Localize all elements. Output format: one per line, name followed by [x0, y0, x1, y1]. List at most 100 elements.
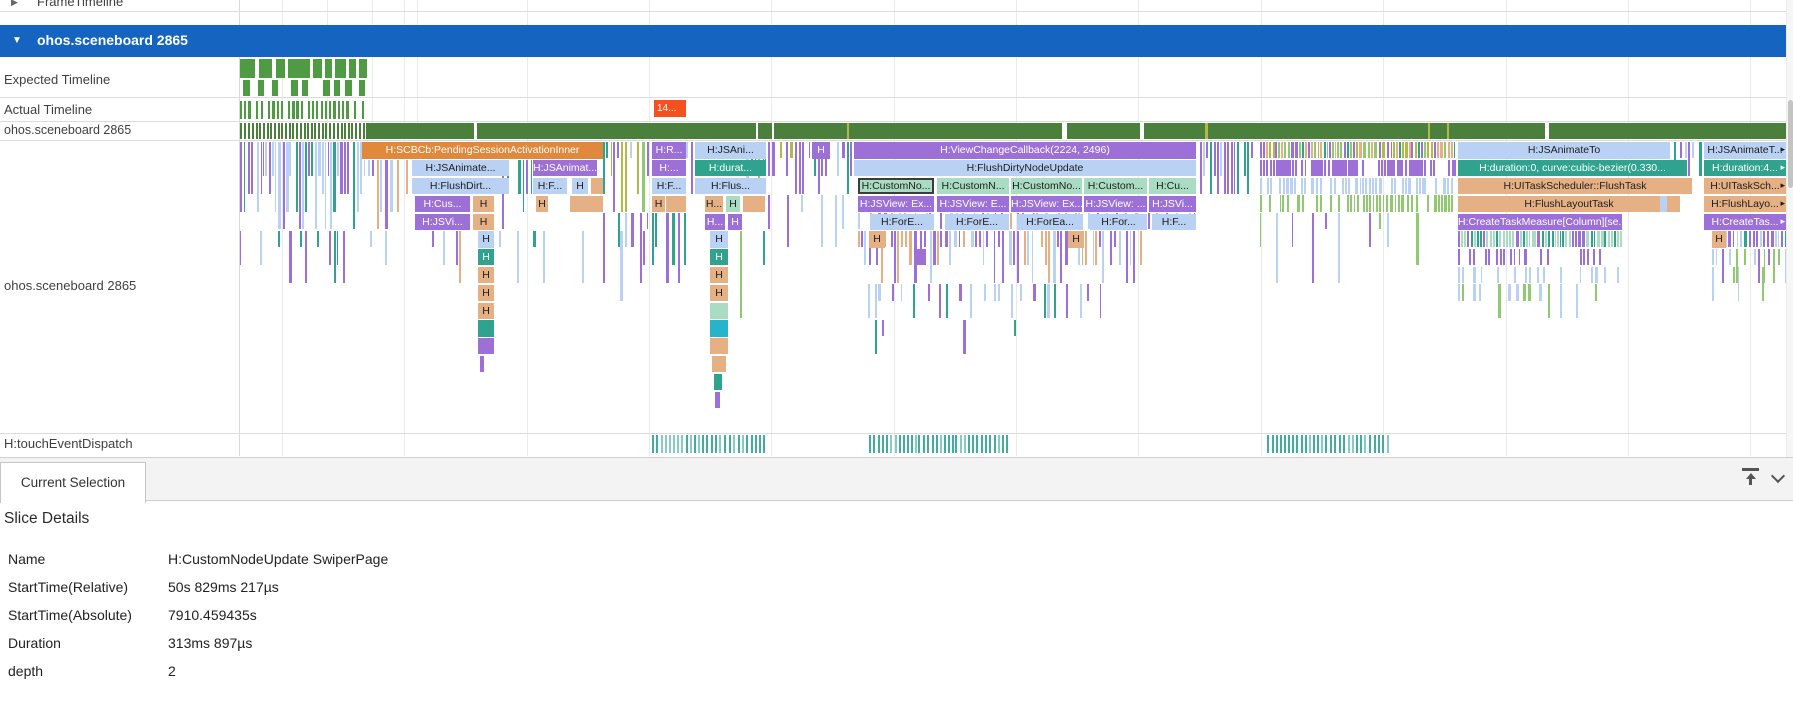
tab-current-selection[interactable]: Current Selection: [0, 462, 146, 503]
flame-slice[interactable]: [480, 356, 484, 372]
flame-slice[interactable]: H...: [705, 214, 725, 230]
flame-slice[interactable]: H:SCBCb:PendingSessionActivationInner: [362, 142, 603, 158]
flame-slice[interactable]: H:JSAnimateT...▸: [1704, 142, 1786, 158]
flame-slice[interactable]: H:Cus...: [415, 196, 470, 212]
flame-slice[interactable]: H:ForE...: [945, 214, 1009, 230]
flame-slice[interactable]: H: [710, 231, 728, 247]
flame-slice[interactable]: [591, 178, 603, 194]
flame-slice[interactable]: H:ForEa...: [1017, 214, 1083, 230]
flame-slice[interactable]: H:CreateTas...▸: [1704, 214, 1786, 230]
flame-slice[interactable]: H: [869, 231, 885, 247]
flame-slice[interactable]: [570, 196, 603, 212]
field-label: Duration: [8, 635, 61, 651]
flame-slice[interactable]: H: [473, 196, 494, 212]
flame-slice[interactable]: H:CustomNo...: [1011, 178, 1082, 194]
flame-slice[interactable]: H: [478, 231, 494, 247]
scrollbar-thumb[interactable]: [1788, 100, 1793, 188]
flame-slice[interactable]: H: [710, 249, 728, 265]
flame-slice[interactable]: H: [1068, 231, 1084, 247]
flame-slice[interactable]: H: [726, 196, 740, 212]
track-label-actual-timeline: Actual Timeline: [4, 102, 92, 117]
flame-slice[interactable]: H:duration:4...▸: [1704, 160, 1786, 176]
flame-slice[interactable]: H: [536, 196, 548, 212]
collapse-arrow-icon[interactable]: ▶: [11, 0, 18, 8]
flame-slice[interactable]: [1660, 196, 1667, 212]
flame-slice[interactable]: [715, 392, 720, 408]
flame-slice[interactable]: H:FlushDirtyNodeUpdate: [854, 160, 1196, 176]
flame-slice[interactable]: H...: [705, 196, 723, 212]
row-divider: [0, 140, 1786, 141]
flame-slice[interactable]: H:JSView: E...: [937, 196, 1009, 212]
process-group-header[interactable]: ▼ ohos.sceneboard 2865: [0, 25, 1786, 57]
flame-slice[interactable]: H:...: [652, 160, 686, 176]
chevron-down-icon[interactable]: [1773, 471, 1783, 481]
flame-slice[interactable]: [714, 374, 722, 390]
flame-slice[interactable]: H:For...: [1090, 214, 1147, 230]
flame-slice[interactable]: H:JSAnimateTo: [1458, 142, 1670, 158]
flame-slice-selected[interactable]: H:CustomNo...: [858, 178, 934, 194]
flame-slice[interactable]: [916, 249, 926, 265]
flame-slice[interactable]: H: [710, 285, 728, 301]
flame-slice[interactable]: H:duration:0, curve:cubic-bezier(0.330..…: [1458, 160, 1687, 176]
flame-slice[interactable]: H: [728, 214, 742, 230]
flame-slice[interactable]: H: [572, 178, 588, 194]
flame-slice[interactable]: H:UITaskSch...▸: [1704, 178, 1786, 194]
flame-slice[interactable]: H: [473, 214, 494, 230]
flame-slice[interactable]: [743, 196, 765, 212]
flame-slice[interactable]: H:CustomN...: [937, 178, 1009, 194]
flame-slice[interactable]: H:Cu...: [1149, 178, 1196, 194]
flame-slice[interactable]: H:FlushLayo...▸: [1704, 196, 1786, 212]
flame-slice[interactable]: H:JSView: Ex...: [858, 196, 934, 212]
flame-slice[interactable]: H:FlushLayoutTask: [1458, 196, 1680, 212]
janky-frame-marker[interactable]: 14...: [654, 100, 686, 117]
flame-slice[interactable]: H: [1712, 231, 1726, 247]
flame-slice[interactable]: [710, 338, 728, 354]
flame-slice[interactable]: H:durat...: [695, 160, 766, 176]
timeline-scrollbar[interactable]: [1786, 0, 1793, 457]
collapse-panel-icon[interactable]: [1742, 468, 1759, 485]
flame-slice[interactable]: H:Flus...: [695, 178, 766, 194]
flame-slice[interactable]: H: [478, 285, 494, 301]
flame-slice[interactable]: H: [478, 303, 494, 319]
row-divider: [0, 97, 1786, 98]
flame-slice[interactable]: H: [812, 142, 830, 158]
flame-slice[interactable]: [478, 320, 494, 336]
flame-slice[interactable]: H:JSAnimat...: [533, 160, 597, 176]
flame-slice[interactable]: H:JSVi...: [415, 214, 470, 230]
flame-slice[interactable]: H:CreateTaskMeasure[Column][se...: [1458, 214, 1622, 230]
track-label-touch-event-dispatch: H:touchEventDispatch: [4, 436, 133, 451]
flame-slice[interactable]: H:UITaskScheduler::FlushTask: [1458, 178, 1692, 194]
details-panel-tabbar: [0, 457, 1793, 501]
flame-slice[interactable]: [478, 338, 494, 354]
flame-slice[interactable]: H:F...: [652, 178, 686, 194]
flame-slice[interactable]: H:JSAnimate...: [412, 160, 509, 176]
track-frame-timeline[interactable]: ▶ FrameTimeline: [0, 0, 1793, 11]
track-label-expected-timeline: Expected Timeline: [4, 72, 110, 87]
flame-slice[interactable]: H:FlushDirt...: [412, 178, 509, 194]
flame-slice[interactable]: H:F...: [1152, 214, 1196, 230]
slice-continues-icon: ▸: [1780, 143, 1785, 156]
flame-slice[interactable]: H:ForE...: [870, 214, 934, 230]
flame-slice[interactable]: H: [652, 196, 665, 212]
flame-slice[interactable]: H: [478, 267, 494, 283]
flame-slice[interactable]: [712, 356, 726, 372]
flame-slice[interactable]: H:JSVi...: [1149, 196, 1196, 212]
flame-slice[interactable]: H: [710, 267, 728, 283]
field-label: depth: [8, 663, 43, 679]
flame-slice[interactable]: H:R...: [652, 142, 686, 158]
flame-slice[interactable]: [710, 303, 728, 319]
flame-slice[interactable]: H:JSView: Ex...: [1011, 196, 1082, 212]
flame-slice[interactable]: H:ViewChangeCallback(2224, 2496): [854, 142, 1196, 158]
flame-slice[interactable]: H:JSAni...: [695, 142, 766, 158]
expand-arrow-icon[interactable]: ▼: [12, 35, 22, 46]
flame-slice[interactable]: [710, 320, 728, 336]
flame-slice[interactable]: H:Custom...: [1084, 178, 1147, 194]
field-value: 313ms 897µs: [168, 635, 252, 651]
slice-details-title: Slice Details: [4, 510, 89, 528]
flame-slice[interactable]: [666, 196, 686, 212]
slice-continues-icon: ▸: [1780, 197, 1785, 210]
flame-slice[interactable]: H:JSView: ...: [1084, 196, 1147, 212]
field-label: StartTime(Relative): [8, 579, 128, 595]
flame-slice[interactable]: H:F...: [533, 178, 567, 194]
flame-slice[interactable]: H: [478, 249, 494, 265]
